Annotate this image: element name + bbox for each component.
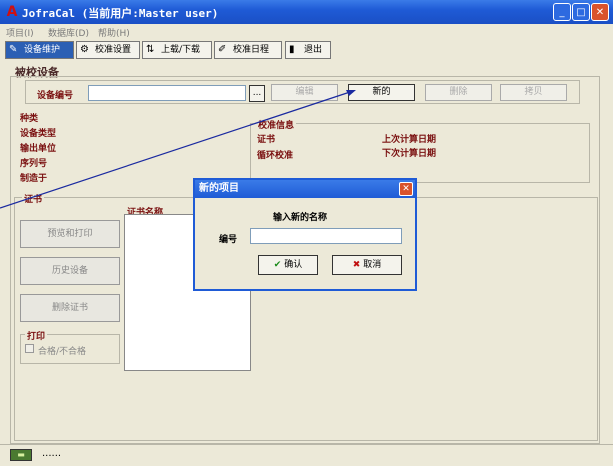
dialog-number-label: 编号 (219, 235, 238, 245)
dialog-ok-button[interactable]: ✔ 确认 (258, 255, 318, 275)
dialog-number-input[interactable] (250, 228, 402, 244)
status-bar: ▬ ...... (0, 444, 613, 466)
dialog-prompt: 输入新的名称 (273, 213, 328, 223)
arrow-head (346, 90, 356, 96)
dialog-close-button[interactable]: ✕ (399, 182, 413, 196)
new-item-dialog: 新的项目 ✕ 输入新的名称 编号 ✔ 确认 ✖ 取消 (193, 178, 417, 291)
checkmark-icon: ✔ (273, 260, 282, 270)
status-text: ...... (42, 448, 62, 459)
status-indicator-icon: ▬ (10, 449, 32, 461)
dialog-cancel-button[interactable]: ✖ 取消 (332, 255, 402, 275)
cross-icon: ✖ (352, 260, 361, 270)
dialog-title: 新的项目 (195, 180, 415, 198)
